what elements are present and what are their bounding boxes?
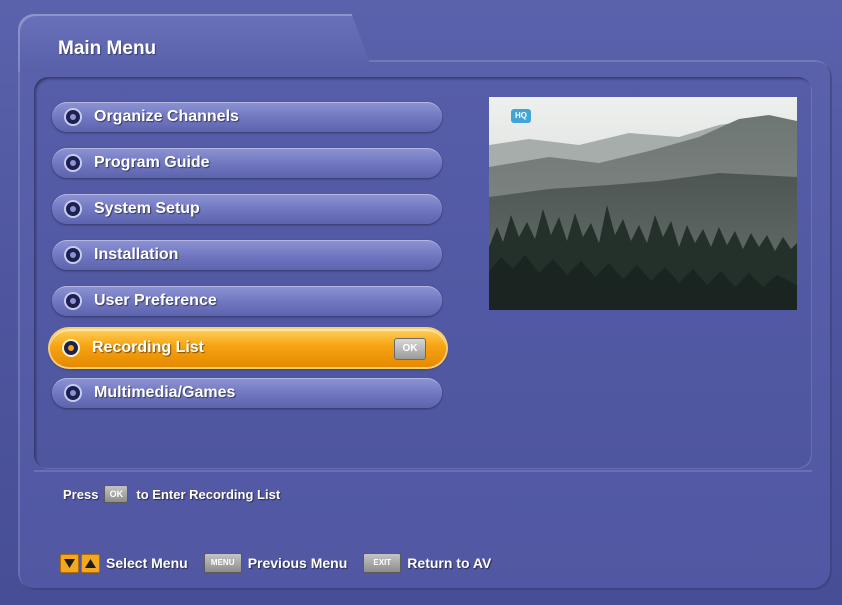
arrow-down-icon [60, 553, 79, 573]
previous-menu-label: Previous Menu [247, 555, 348, 571]
bullet-icon [64, 341, 78, 355]
bullet-icon [66, 386, 80, 400]
bullet-icon [66, 202, 80, 216]
menu-key-icon[interactable]: MENU [203, 553, 242, 573]
menu-item-installation[interactable]: Installation [52, 240, 442, 270]
menu-item-program-guide[interactable]: Program Guide [52, 148, 442, 178]
menu-item-label: System Setup [94, 200, 200, 217]
menu-item-multimedia-games[interactable]: Multimedia/Games [52, 378, 442, 408]
return-to-av-label: Return to AV [407, 555, 492, 571]
ok-key-icon: OK [394, 338, 426, 360]
osd-screen: Main Menu Organize Channels Program Guid… [0, 0, 842, 605]
landscape-image [489, 97, 797, 310]
help-prefix: Press [63, 486, 99, 502]
help-line: Press OK to Enter Recording List [63, 485, 280, 503]
arrow-up-icon [81, 553, 100, 573]
select-menu-label: Select Menu [106, 555, 188, 571]
av-preview: HQ [489, 97, 797, 310]
menu-item-label: Program Guide [94, 154, 210, 171]
menu-item-label: Installation [94, 246, 179, 263]
hq-badge-icon: HQ [511, 109, 531, 123]
footer-bar: Select Menu MENU Previous Menu EXIT Retu… [60, 553, 491, 573]
ok-key-icon: OK [104, 485, 129, 503]
menu-item-label: User Preference [94, 292, 217, 309]
menu-item-recording-list[interactable]: Recording List OK [50, 329, 446, 367]
menu-item-label: Organize Channels [94, 108, 239, 125]
bullet-icon [66, 110, 80, 124]
bullet-icon [66, 248, 80, 262]
divider [34, 470, 812, 472]
menu-item-organize-channels[interactable]: Organize Channels [52, 102, 442, 132]
bullet-icon [66, 294, 80, 308]
help-suffix: to Enter Recording List [136, 486, 281, 502]
menu-item-system-setup[interactable]: System Setup [52, 194, 442, 224]
bullet-icon [66, 156, 80, 170]
exit-key-icon[interactable]: EXIT [363, 553, 402, 573]
page-title: Main Menu [58, 38, 157, 59]
menu-item-user-preference[interactable]: User Preference [52, 286, 442, 316]
menu-item-label: Recording List [92, 339, 205, 356]
menu-item-label: Multimedia/Games [94, 384, 236, 401]
